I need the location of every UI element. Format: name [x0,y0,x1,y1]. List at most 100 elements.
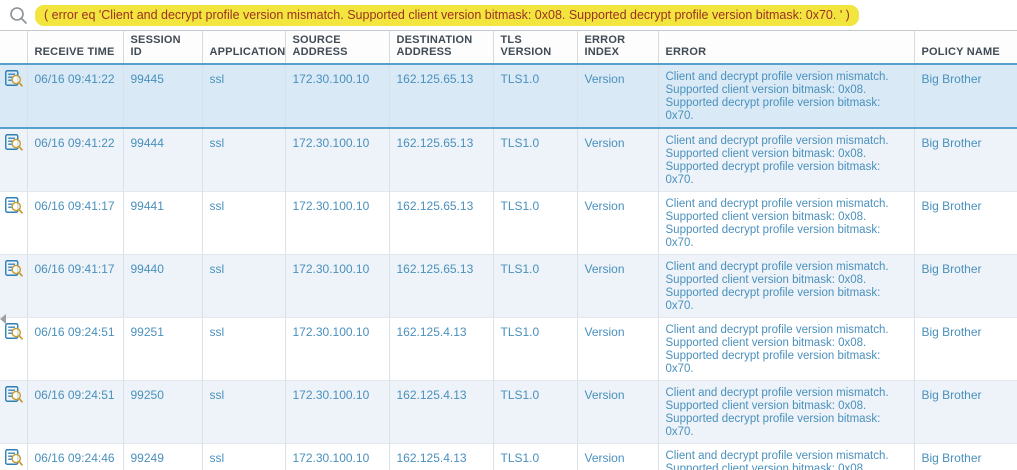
filter-query-input[interactable]: ( error eq 'Client and decrypt profile v… [35,4,859,26]
cell-receive-time: 06/16 09:24:46 [27,443,124,470]
cell-error-index: Version [577,254,659,318]
table-row[interactable]: 06/16 09:24:51 99251 ssl 172.30.100.10 1… [0,317,1017,381]
cell-session-id: 99250 [123,380,203,444]
cell-application[interactable]: ssl [202,317,286,381]
cell-error: Client and decrypt profile version misma… [658,443,915,470]
detailed-log-view-cell [0,63,28,129]
cell-policy-name[interactable]: Big Brother [914,254,1017,318]
detailed-log-view-cell [0,128,28,192]
cell-error-index: Version [577,380,659,444]
cell-error: Client and decrypt profile version misma… [658,191,915,255]
detailed-log-view-cell [0,317,28,381]
cell-tls-version: TLS1.0 [493,443,578,470]
cell-session-id: 99251 [123,317,203,381]
detailed-log-view-icon[interactable] [5,134,23,151]
collapse-panel-arrow-icon[interactable] [0,314,6,324]
cell-source-address[interactable]: 172.30.100.10 [285,191,390,255]
cell-destination-address[interactable]: 162.125.4.13 [389,443,494,470]
detailed-log-view-cell [0,443,28,470]
cell-source-address[interactable]: 172.30.100.10 [285,317,390,381]
cell-destination-address[interactable]: 162.125.4.13 [389,380,494,444]
detailed-log-view-icon[interactable] [5,323,23,340]
column-header-error[interactable]: ERROR [658,30,915,65]
cell-application[interactable]: ssl [202,254,286,318]
cell-policy-name[interactable]: Big Brother [914,443,1017,470]
cell-destination-address[interactable]: 162.125.4.13 [389,317,494,381]
cell-session-id: 99440 [123,254,203,318]
column-header-receive-time[interactable]: RECEIVE TIME [27,30,124,65]
cell-application[interactable]: ssl [202,443,286,470]
log-table: RECEIVE TIME SESSION ID APPLICATION SOUR… [0,30,1017,470]
cell-receive-time: 06/16 09:41:17 [27,254,124,318]
cell-source-address[interactable]: 172.30.100.10 [285,443,390,470]
cell-error: Client and decrypt profile version misma… [658,317,915,381]
table-row[interactable]: 06/16 09:24:51 99250 ssl 172.30.100.10 1… [0,380,1017,444]
column-header-error-index[interactable]: ERROR INDEX [577,30,659,65]
cell-destination-address[interactable]: 162.125.65.13 [389,63,494,129]
cell-tls-version: TLS1.0 [493,317,578,381]
log-filter-bar[interactable]: ( error eq 'Client and decrypt profile v… [0,0,1017,30]
column-header-tls-version[interactable]: TLS VERSION [493,30,578,65]
column-header-source-address[interactable]: SOURCE ADDRESS [285,30,390,65]
detailed-log-view-cell [0,254,28,318]
detailed-log-view-icon[interactable] [5,260,23,277]
column-header-policy-name[interactable]: POLICY NAME [914,30,1017,65]
cell-receive-time: 06/16 09:24:51 [27,380,124,444]
table-row[interactable]: 06/16 09:41:22 99444 ssl 172.30.100.10 1… [0,128,1017,192]
cell-error-index: Version [577,63,659,129]
cell-session-id: 99444 [123,128,203,192]
table-row[interactable]: 06/16 09:41:22 99445 ssl 172.30.100.10 1… [0,63,1017,129]
cell-source-address[interactable]: 172.30.100.10 [285,63,390,129]
cell-source-address[interactable]: 172.30.100.10 [285,128,390,192]
column-header-application[interactable]: APPLICATION [202,30,286,65]
cell-application[interactable]: ssl [202,63,286,129]
cell-tls-version: TLS1.0 [493,63,578,129]
detailed-log-view-icon[interactable] [5,386,23,403]
detailed-log-view-cell [0,191,28,255]
cell-receive-time: 06/16 09:24:51 [27,317,124,381]
cell-policy-name[interactable]: Big Brother [914,191,1017,255]
cell-destination-address[interactable]: 162.125.65.13 [389,254,494,318]
cell-policy-name[interactable]: Big Brother [914,128,1017,192]
cell-session-id: 99441 [123,191,203,255]
cell-session-id: 99445 [123,63,203,129]
cell-tls-version: TLS1.0 [493,191,578,255]
cell-destination-address[interactable]: 162.125.65.13 [389,191,494,255]
table-row[interactable]: 06/16 09:24:46 99249 ssl 172.30.100.10 1… [0,443,1017,470]
cell-session-id: 99249 [123,443,203,470]
column-header-destination-address[interactable]: DESTINATION ADDRESS [389,30,494,65]
detailed-log-view-icon[interactable] [5,70,23,87]
cell-tls-version: TLS1.0 [493,254,578,318]
cell-policy-name[interactable]: Big Brother [914,63,1017,129]
cell-application[interactable]: ssl [202,380,286,444]
cell-destination-address[interactable]: 162.125.65.13 [389,128,494,192]
column-header-session-id[interactable]: SESSION ID [123,30,203,65]
cell-policy-name[interactable]: Big Brother [914,380,1017,444]
cell-source-address[interactable]: 172.30.100.10 [285,254,390,318]
cell-tls-version: TLS1.0 [493,380,578,444]
table-row[interactable]: 06/16 09:41:17 99440 ssl 172.30.100.10 1… [0,254,1017,318]
table-header-row: RECEIVE TIME SESSION ID APPLICATION SOUR… [0,30,1017,65]
detailed-log-view-icon[interactable] [5,449,23,466]
cell-application[interactable]: ssl [202,191,286,255]
cell-application[interactable]: ssl [202,128,286,192]
column-header-icon [0,30,28,65]
cell-error: Client and decrypt profile version misma… [658,254,915,318]
search-icon [9,6,28,25]
cell-tls-version: TLS1.0 [493,128,578,192]
cell-error: Client and decrypt profile version misma… [658,128,915,192]
cell-error-index: Version [577,443,659,470]
detailed-log-view-cell [0,380,28,444]
cell-receive-time: 06/16 09:41:17 [27,191,124,255]
cell-receive-time: 06/16 09:41:22 [27,63,124,129]
cell-error: Client and decrypt profile version misma… [658,380,915,444]
table-row[interactable]: 06/16 09:41:17 99441 ssl 172.30.100.10 1… [0,191,1017,255]
cell-receive-time: 06/16 09:41:22 [27,128,124,192]
detailed-log-view-icon[interactable] [5,197,23,214]
cell-error-index: Version [577,317,659,381]
cell-source-address[interactable]: 172.30.100.10 [285,380,390,444]
cell-policy-name[interactable]: Big Brother [914,317,1017,381]
cell-error-index: Version [577,191,659,255]
cell-error: Client and decrypt profile version misma… [658,63,915,129]
cell-error-index: Version [577,128,659,192]
